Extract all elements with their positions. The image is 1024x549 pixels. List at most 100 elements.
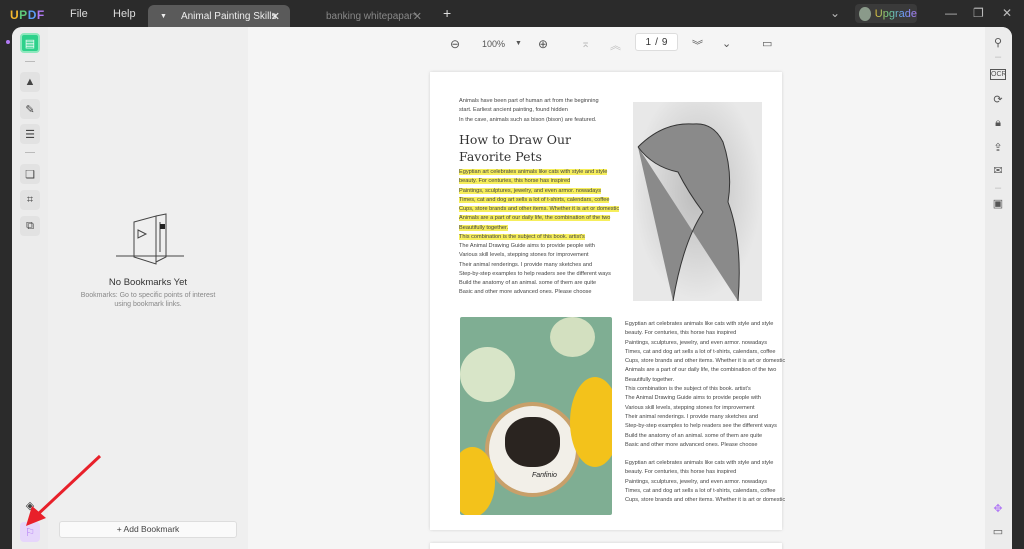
menu-file[interactable]: File (70, 8, 88, 20)
zoom-out-icon[interactable]: ⊖ (450, 37, 460, 51)
right-column-text: Egyptian art celebrates animals like cat… (625, 459, 785, 505)
text-line: beauty. For centuries, this horse has in… (625, 330, 737, 337)
page-heading: How to Draw Our Favorite Pets (459, 131, 571, 165)
text-line: Beautifully together. (459, 224, 619, 233)
current-page: 1 (645, 36, 652, 48)
text-line: Their animal renderings. I provide many … (625, 413, 759, 420)
pdf-page-1: Animals have been part of human art from… (430, 72, 785, 530)
reader-mode-icon[interactable]: ▤ (20, 33, 40, 53)
tab-label: Animal Painting Skills (180, 10, 277, 22)
email-icon[interactable]: ✉ (990, 164, 1006, 177)
text-line: Beautifully together. (625, 376, 675, 383)
empty-bookmarks-illustration (116, 213, 184, 265)
form-icon[interactable]: ☰ (20, 124, 40, 144)
tab-label: banking whitepapar* (326, 10, 417, 22)
document-area: ⊖ 100% ▼ ⊕ ⌅ ︽ 1/9 ︾ ⌄ ▭ Animals have be… (248, 27, 985, 549)
upgrade-label: Upgrade (874, 7, 917, 20)
edit-pdf-icon[interactable]: ✎ (20, 99, 40, 119)
close-tab-icon[interactable]: ✕ (413, 10, 422, 23)
prev-page-icon[interactable]: ︽ (610, 37, 621, 53)
text-line: Egyptian art celebrates animals like cat… (459, 168, 619, 177)
comment-icon[interactable]: ▭ (990, 525, 1006, 538)
search-icon[interactable]: ⚲ (990, 36, 1006, 49)
last-page-icon[interactable]: ⌄ (722, 37, 731, 50)
first-page-icon[interactable]: ⌅ (581, 37, 590, 50)
highlighted-span[interactable]: Egyptian art celebrates animals like cat… (459, 169, 608, 175)
text-line: Cups, store brands and other items. Whet… (625, 358, 786, 365)
text-line: Animals have been part of human art from… (459, 98, 599, 104)
convert-icon[interactable]: ⟳ (990, 93, 1006, 106)
dog-sketch-icon (637, 123, 740, 302)
tabs-dropdown-icon[interactable]: ⌄ (830, 6, 840, 20)
text-line: Basic and other more advanced ones. Plea… (625, 441, 758, 448)
upgrade-button[interactable]: Upgrade (855, 4, 917, 23)
next-page-icon[interactable]: ︾ (692, 37, 703, 53)
embroidery-text: Fanfinio (532, 472, 557, 479)
text-line: Animals are a part of our daily life, th… (625, 367, 777, 374)
text-line: Paintings, sculptures, jewelry, and even… (625, 478, 767, 485)
minimize-icon[interactable]: — (945, 6, 957, 20)
ai-tools-icon[interactable]: ⧉ (20, 216, 40, 236)
highlighter-icon[interactable]: ▲ (20, 72, 40, 92)
highlighted-span[interactable]: Paintings, sculptures, jewelry, and even… (459, 187, 601, 194)
save-icon[interactable]: ▣ (990, 197, 1006, 210)
dog-embroidery (505, 417, 560, 467)
highlighted-span[interactable]: Cups, store brands and other items. Whet… (459, 206, 620, 213)
presentation-icon[interactable]: ▭ (762, 37, 772, 50)
text-line: Build the anatomy of an animal. some of … (459, 280, 597, 287)
text-line: Their animal renderings. I provide many … (459, 261, 593, 268)
pdf-page-2 (430, 543, 782, 549)
text-line: Basic and other more advanced ones. Plea… (459, 289, 592, 296)
organize-pages-icon[interactable]: ❏ (20, 164, 40, 184)
empty-title: No Bookmarks Yet (108, 277, 188, 288)
text-line: beauty. For centuries, this horse has in… (625, 469, 737, 476)
updf-logo[interactable]: UPDF (10, 8, 45, 22)
ocr-icon[interactable]: OCR (990, 69, 1007, 80)
share-icon[interactable]: ⇪ (990, 141, 1006, 154)
text-line: This combination is the subject of this … (459, 233, 619, 242)
text-line: Paintings, sculptures, jewelry, and even… (459, 187, 619, 196)
text-line: The Animal Drawing Guide aims to provide… (459, 243, 595, 249)
divider: – (994, 182, 1002, 194)
highlighted-text[interactable]: Egyptian art celebrates animals like cat… (459, 168, 620, 242)
red-arrow-annotation (26, 454, 102, 526)
empty-desc: Bookmarks: Go to specific points of inte… (80, 292, 216, 299)
highlighted-span[interactable]: Beautifully together. (459, 224, 509, 231)
text-line: Paintings, sculptures, jewelry, and even… (625, 339, 767, 346)
zoom-level[interactable]: 100% (482, 39, 505, 49)
close-tab-icon[interactable]: ✕ (271, 10, 280, 23)
page-separator: / (655, 36, 658, 48)
dog-sketch-image (633, 102, 762, 302)
highlighted-span[interactable]: Times, cat and dog art sells a lot of t-… (459, 196, 610, 203)
restore-icon[interactable]: ❐ (973, 6, 984, 20)
text-line: Build the anatomy of an animal. some of … (625, 432, 763, 439)
text-line: Step-by-step examples to help readers se… (625, 423, 777, 430)
text-line: Various skill levels, stepping stones fo… (625, 404, 755, 411)
crop-icon[interactable]: ⌗ (20, 190, 40, 210)
tab-dropdown-icon[interactable]: ▼ (160, 13, 167, 20)
text-line: Animals are a part of our daily life, th… (459, 214, 619, 223)
text-line: Step-by-step examples to help readers se… (459, 270, 611, 277)
close-window-icon[interactable]: ✕ (1002, 6, 1012, 20)
heading-line: Favorite Pets (459, 149, 542, 164)
text-line: beauty. For centuries, this horse has in… (459, 177, 619, 186)
menu-help[interactable]: Help (113, 8, 136, 20)
page-number-input[interactable]: 1/9 (635, 33, 678, 51)
highlighted-span[interactable]: This combination is the subject of this … (459, 234, 585, 241)
zoom-in-icon[interactable]: ⊕ (538, 37, 548, 51)
right-column-text: Egyptian art celebrates animals like cat… (625, 320, 785, 450)
flowers (460, 347, 515, 402)
protect-icon[interactable]: 🔒︎ (990, 117, 1006, 130)
highlighted-span[interactable]: Animals are a part of our daily life, th… (459, 215, 611, 222)
body-text: The Animal Drawing Guide aims to provide… (459, 242, 611, 298)
tab-banking-whitepaper[interactable]: banking whitepapar* ✕ (292, 5, 432, 27)
zoom-dropdown-icon[interactable]: ▼ (515, 40, 522, 47)
text-line: Times, cat and dog art sells a lot of t-… (459, 196, 619, 205)
text-line: Times, cat and dog art sells a lot of t-… (625, 487, 776, 494)
text-line: Times, cat and dog art sells a lot of t-… (625, 348, 776, 355)
updf-ai-icon[interactable]: ✥ (990, 502, 1006, 515)
highlighted-span[interactable]: beauty. For centuries, this horse has in… (459, 178, 571, 185)
tab-animal-painting-skills[interactable]: ▼ Animal Painting Skills ✕ (148, 5, 290, 27)
new-tab-button[interactable]: + (443, 5, 451, 21)
flowers (570, 377, 612, 467)
